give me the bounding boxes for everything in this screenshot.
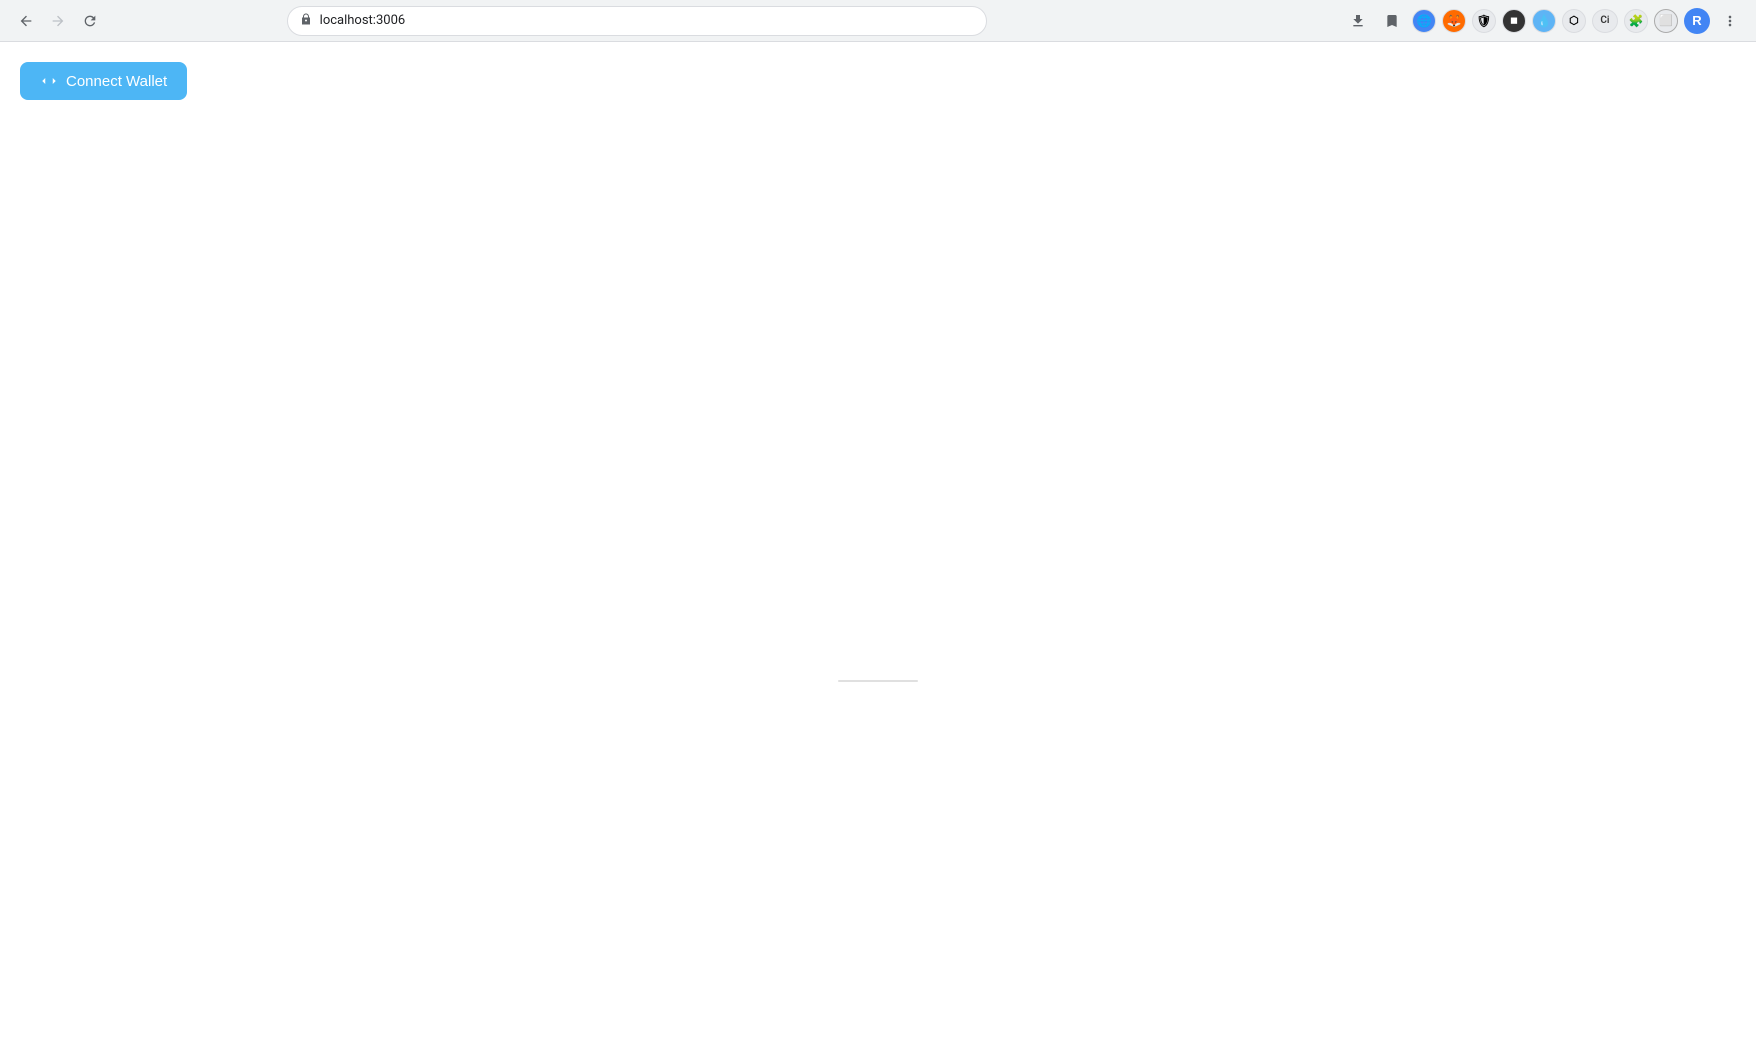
ext-dark-icon[interactable]: ◼ bbox=[1502, 9, 1526, 33]
back-button[interactable] bbox=[12, 7, 40, 35]
wallet-icon bbox=[40, 72, 58, 90]
lock-icon bbox=[300, 12, 312, 30]
browser-chrome: localhost:3006 🌐 🦊 🛡 ◼ 💧 ⬡ Ci 🧩 ⬜ R bbox=[0, 0, 1756, 42]
bookmark-button[interactable] bbox=[1378, 7, 1406, 35]
ext-window-icon[interactable]: ⬜ bbox=[1654, 9, 1678, 33]
ext-water-icon[interactable]: 💧 bbox=[1532, 9, 1556, 33]
forward-button[interactable] bbox=[44, 7, 72, 35]
address-bar[interactable]: localhost:3006 bbox=[287, 6, 987, 36]
page-content: Connect Wallet bbox=[0, 42, 1756, 1042]
ext-fox-icon[interactable]: 🦊 bbox=[1442, 9, 1466, 33]
reload-button[interactable] bbox=[76, 7, 104, 35]
download-button[interactable] bbox=[1344, 7, 1372, 35]
browser-actions: 🌐 🦊 🛡 ◼ 💧 ⬡ Ci 🧩 ⬜ R bbox=[1344, 7, 1744, 35]
ext-shield-icon[interactable]: 🛡 bbox=[1472, 9, 1496, 33]
bottom-divider bbox=[838, 680, 918, 682]
profile-button[interactable]: R bbox=[1684, 8, 1710, 34]
connect-wallet-button[interactable]: Connect Wallet bbox=[20, 62, 187, 100]
nav-buttons bbox=[12, 7, 104, 35]
ext-puzzle-icon[interactable]: 🧩 bbox=[1624, 9, 1648, 33]
url-text: localhost:3006 bbox=[320, 13, 406, 28]
connect-wallet-label: Connect Wallet bbox=[66, 73, 167, 90]
ext-globe-icon[interactable]: 🌐 bbox=[1412, 9, 1436, 33]
menu-button[interactable] bbox=[1716, 7, 1744, 35]
ext-ci-icon[interactable]: Ci bbox=[1592, 9, 1618, 33]
ext-hex-icon[interactable]: ⬡ bbox=[1562, 9, 1586, 33]
